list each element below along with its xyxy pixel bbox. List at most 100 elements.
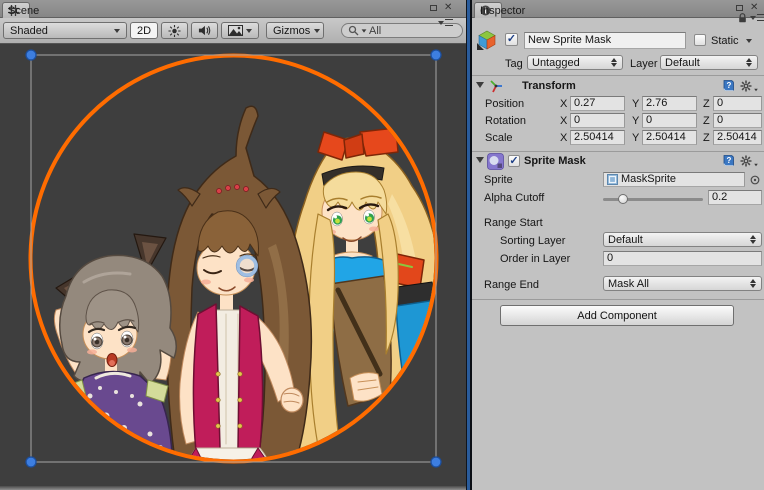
range-end-label: Range End [484,279,539,291]
sun-icon [168,24,181,38]
static-checkbox[interactable] [694,34,706,46]
popup-arrows-icon [746,58,753,67]
selection-handle-bottom-right[interactable] [431,457,441,467]
inspector-body: ✓ New Sprite Mask Static Tag Untagged La… [472,18,764,490]
scene-close-icon[interactable]: ✕ [444,3,452,12]
alpha-cutoff-thumb[interactable] [618,194,628,204]
range-end-value: Mask All [608,278,649,290]
chevron-down-icon [314,29,320,33]
gear-dropdown-icon [754,164,758,166]
scale-label: Scale [485,132,513,144]
help-icon[interactable]: ? [722,154,735,167]
layer-label: Layer [630,58,658,70]
sprite-mask-settings[interactable] [740,155,759,167]
speaker-icon [198,24,211,37]
popup-arrows-icon [750,235,757,244]
gear-dropdown-icon [754,89,758,91]
chevron-down-icon [246,29,252,33]
scene-panel-menu-icon[interactable] [438,19,453,26]
inspector-panel: i Inspector ✕ ✓ New Sprit [472,0,764,490]
axis-x-label: X [560,115,567,127]
axis-z-label: Z [703,132,710,144]
scale-x-field[interactable]: 2.50414 [570,130,625,145]
axis-y-label: Y [632,115,639,127]
order-in-layer-field[interactable]: 0 [603,251,762,266]
tab-scene[interactable]: Scene [2,2,30,18]
gear-icon [740,80,752,92]
search-value: All [369,25,381,37]
sorting-layer-label: Sorting Layer [500,235,565,247]
tag-label: Tag [505,58,523,70]
search-filter-chevron-icon[interactable] [362,29,367,32]
selection-handle-top-left[interactable] [26,50,36,60]
sprite-thumb-icon [607,174,618,185]
order-in-layer-label: Order in Layer [500,253,570,265]
scene-panel: Scene ✕ Shaded 2D [0,0,466,490]
sprite-mask-enabled-checkbox[interactable]: ✓ [508,155,520,167]
scene-tab-label: Scene [8,5,39,17]
gizmos-dropdown[interactable]: Gizmos [266,22,324,39]
scene-restore-icon[interactable] [430,5,437,11]
sprite-value: MaskSprite [621,173,676,186]
gameobject-active-checkbox[interactable]: ✓ [505,33,518,46]
scene-toolbar: Shaded 2D [0,18,466,44]
transform-settings[interactable] [740,80,759,92]
position-z-field[interactable]: 0 [713,96,762,111]
scene-bottom-edge [0,486,466,490]
gear-icon [740,155,752,167]
rotation-y-field[interactable]: 0 [642,113,697,128]
2d-toggle-button[interactable]: 2D [130,22,158,39]
rotation-x-field[interactable]: 0 [570,113,625,128]
inspector-restore-icon[interactable] [736,5,743,11]
axis-x-label: X [560,132,567,144]
tab-inspector[interactable]: i Inspector [474,2,502,18]
gameobject-cube-icon[interactable] [476,29,498,51]
static-label: Static [711,35,739,47]
sorting-layer-dropdown[interactable]: Default [603,232,762,247]
scene-canvas[interactable] [0,44,466,490]
static-dropdown-icon[interactable] [746,39,752,43]
shading-mode-dropdown[interactable]: Shaded [3,22,127,39]
position-x-field[interactable]: 0.27 [570,96,625,111]
tag-value: Untagged [532,57,580,69]
range-end-dropdown[interactable]: Mask All [603,276,762,291]
inspector-close-icon[interactable]: ✕ [750,3,758,12]
alpha-cutoff-slider[interactable] [603,198,703,201]
scale-z-field[interactable]: 2.50414 [713,130,762,145]
rotation-z-field[interactable]: 0 [713,113,762,128]
selection-handle-top-right[interactable] [431,50,441,60]
position-label: Position [485,98,524,110]
audio-toggle-button[interactable] [191,22,218,39]
sprite-mask-foldout[interactable] [476,157,484,163]
layer-dropdown[interactable]: Default [660,55,758,70]
inspector-tab-label: Inspector [480,5,525,17]
effects-dropdown-button[interactable] [221,22,259,39]
position-y-field[interactable]: 2.76 [642,96,697,111]
gameobject-name-field[interactable]: New Sprite Mask [524,32,686,49]
axis-y-label: Y [632,132,639,144]
svg-text:?: ? [727,156,732,165]
layer-value: Default [665,57,700,69]
2d-label: 2D [137,25,151,37]
checkmark: ✓ [507,33,516,45]
scale-y-field[interactable]: 2.50414 [642,130,697,145]
alpha-cutoff-field[interactable]: 0.2 [708,190,762,205]
scene-tabbar: Scene ✕ [0,0,466,18]
sprite-mask-title: Sprite Mask [524,155,586,167]
object-picker-icon[interactable] [750,175,760,185]
inspector-panel-menu-icon[interactable] [750,14,764,21]
lock-icon[interactable] [738,13,747,23]
add-component-button[interactable]: Add Component [500,305,734,326]
sprite-label: Sprite [484,174,513,186]
shading-mode-label: Shaded [10,25,48,37]
selection-handle-bottom-left[interactable] [26,457,36,467]
range-start-label: Range Start [484,217,543,229]
tag-dropdown[interactable]: Untagged [527,55,623,70]
axis-z-label: Z [703,98,710,110]
gizmos-label: Gizmos [273,25,310,37]
axis-z-label: Z [703,115,710,127]
help-icon[interactable]: ? [722,79,735,92]
lighting-toggle-button[interactable] [161,22,188,39]
transform-foldout[interactable] [476,82,484,88]
sprite-object-field[interactable]: MaskSprite [603,172,745,187]
